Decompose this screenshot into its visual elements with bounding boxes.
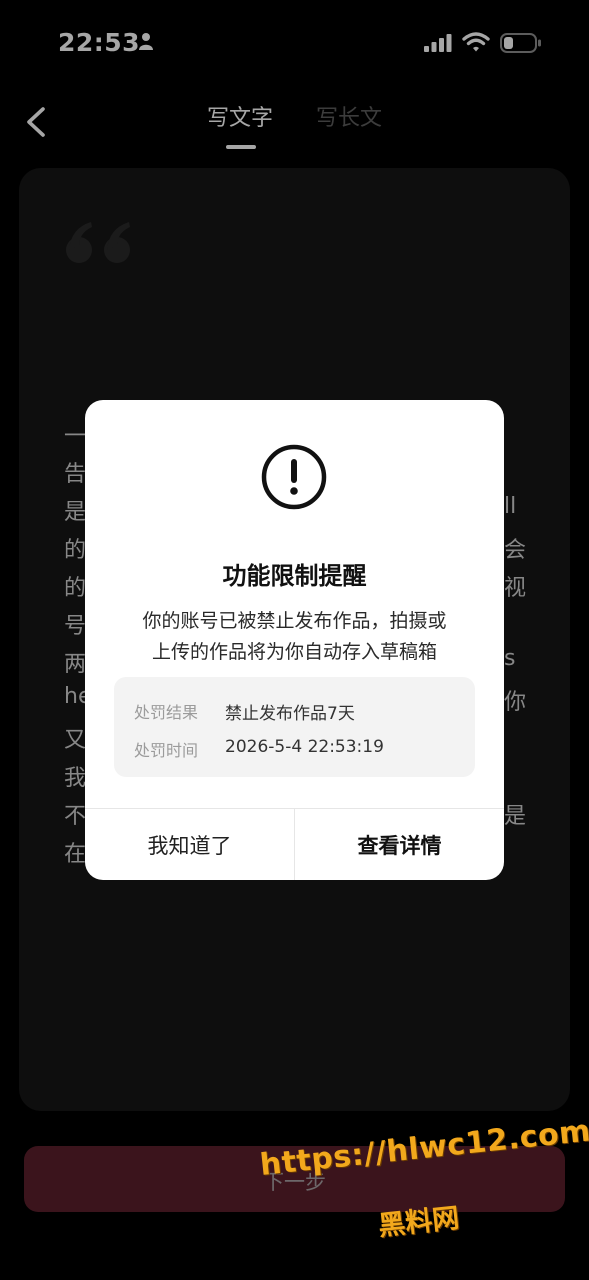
view-details-button[interactable]: 查看详情 xyxy=(295,809,504,880)
restriction-alert-dialog: 功能限制提醒 你的账号已被禁止发布作品，拍摄或 上传的作品将为你自动存入草稿箱 … xyxy=(85,400,504,880)
penalty-result-label: 处罚结果 xyxy=(134,703,199,722)
dialog-message-line: 你的账号已被禁止发布作品，拍摄或 xyxy=(142,610,447,632)
dialog-message-line: 上传的作品将为你自动存入草稿箱 xyxy=(151,641,437,663)
dialog-title: 功能限制提醒 xyxy=(222,562,367,590)
acknowledge-button[interactable]: 我知道了 xyxy=(85,809,294,880)
penalty-info-box: 处罚结果 禁止发布作品7天 处罚时间 2026-5-4 22:53:19 xyxy=(114,677,475,777)
penalty-time-label: 处罚时间 xyxy=(134,741,199,760)
penalty-time-value: 2026-5-4 22:53:19 xyxy=(225,737,384,757)
penalty-result-value: 禁止发布作品7天 xyxy=(225,704,355,724)
exclamation-circle-icon xyxy=(261,444,327,510)
